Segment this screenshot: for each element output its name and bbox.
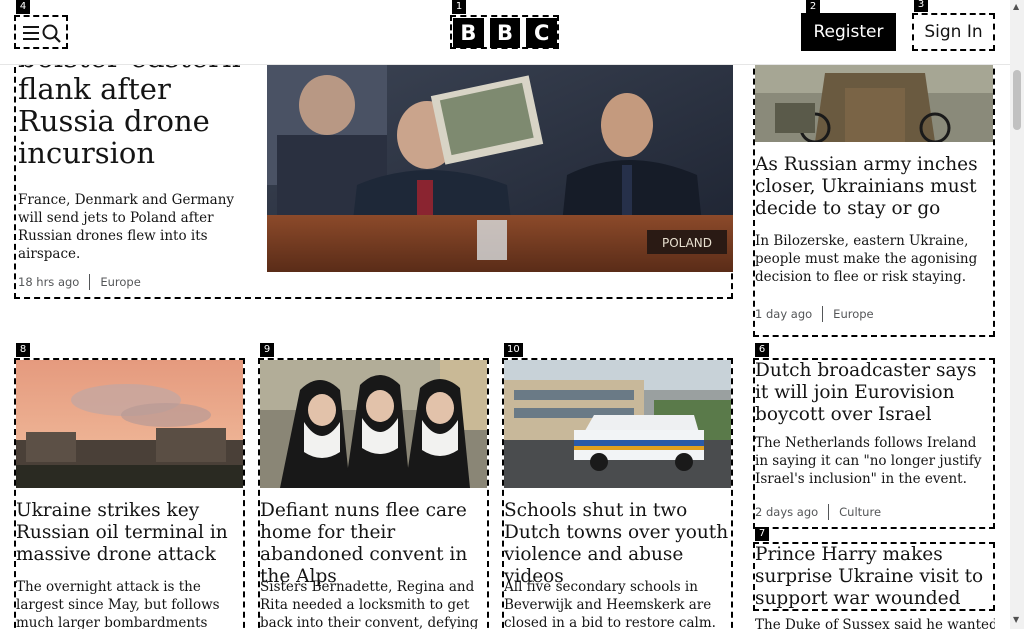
- oil-terminal-smoke-photo: [16, 360, 243, 488]
- category-link[interactable]: Culture: [839, 504, 881, 520]
- right-story-card[interactable]: 6 Dutch broadcaster says it will join Eu…: [753, 343, 995, 529]
- element-tag: 7: [755, 527, 769, 541]
- logo-letter: C: [526, 18, 558, 48]
- scroll-up-arrow-icon[interactable]: ▲: [1013, 3, 1019, 11]
- story-image[interactable]: [755, 63, 993, 142]
- hero-meta: 18 hrs ago Europe: [18, 274, 141, 290]
- element-tag: 2: [806, 0, 820, 14]
- element-tag: 1: [452, 0, 466, 14]
- nuns-photo: [260, 360, 487, 488]
- meta-divider: [828, 504, 830, 520]
- story-headline[interactable]: Prince Harry makes surprise Ukraine visi…: [755, 544, 993, 610]
- man-with-bicycle-photo: [755, 63, 993, 142]
- timestamp: 18 hrs ago: [18, 275, 80, 289]
- hero-image[interactable]: POLAND: [267, 65, 733, 272]
- story-description: All five secondary schools in Beverwijk …: [504, 579, 716, 629]
- story-headline[interactable]: Ukraine strikes key Russian oil terminal…: [16, 500, 243, 566]
- story-headline[interactable]: Dutch broadcaster says it will join Euro…: [755, 360, 993, 426]
- story-headline[interactable]: As Russian army inches closer, Ukrainian…: [755, 154, 993, 220]
- logo-letter: B: [489, 18, 521, 48]
- menu-search-button[interactable]: 4: [14, 0, 68, 49]
- site-header: 4 1 B B C Register 2 3 Sign In: [0, 0, 1010, 65]
- timestamp: 2 days ago: [755, 505, 819, 519]
- bbc-logo[interactable]: 1 B B C: [450, 0, 559, 49]
- page-scrollbar[interactable]: ▲ ▼: [1010, 0, 1024, 629]
- logo-letter: B: [453, 18, 484, 48]
- story-headline[interactable]: Schools shut in two Dutch towns over you…: [504, 500, 731, 588]
- scroll-down-arrow-icon[interactable]: ▼: [1013, 616, 1019, 624]
- element-tag: 8: [16, 343, 30, 357]
- meta-divider: [822, 306, 824, 322]
- police-van-school-photo: [504, 360, 731, 488]
- element-tag: 6: [755, 343, 769, 357]
- story-meta: 1 day ago Europe: [755, 306, 874, 322]
- story-image[interactable]: [16, 360, 243, 488]
- scroll-thumb[interactable]: [1013, 70, 1021, 130]
- story-card[interactable]: 8 Ukraine strikes key Russian oil termin…: [14, 343, 245, 629]
- un-security-council-photo: POLAND: [267, 65, 733, 272]
- story-card[interactable]: 9 Defiant nuns flee care home for their …: [258, 343, 489, 629]
- story-description: Sisters Bernadette, Regina and Rita need…: [260, 579, 479, 629]
- story-headline[interactable]: Defiant nuns flee care home for their ab…: [260, 500, 487, 588]
- sign-in-label: Sign In: [924, 22, 983, 42]
- story-image[interactable]: [260, 360, 487, 488]
- story-description: The overnight attack is the largest sinc…: [16, 579, 220, 629]
- menu-search-icon: [23, 24, 61, 43]
- category-link[interactable]: Europe: [100, 274, 140, 290]
- story-image[interactable]: [504, 360, 731, 488]
- element-tag: 9: [260, 343, 274, 357]
- story-meta: 2 days ago Culture: [755, 504, 881, 520]
- story-description: The Duke of Sussex said he wanted: [755, 617, 995, 629]
- hero-description: France, Denmark and Germany will send je…: [18, 192, 235, 262]
- element-tag: 4: [16, 0, 30, 14]
- register-button[interactable]: Register: [801, 13, 896, 51]
- story-description: In Bilozerske, eastern Ukraine, people m…: [755, 233, 978, 285]
- story-card[interactable]: 10 Schools shut in two Dutch towns over …: [502, 343, 733, 629]
- meta-divider: [89, 274, 91, 290]
- element-tag: 3: [914, 0, 928, 12]
- element-tag: 10: [504, 343, 523, 357]
- svg-text:POLAND: POLAND: [662, 236, 712, 250]
- timestamp: 1 day ago: [755, 307, 813, 321]
- right-story-card[interactable]: 7 Prince Harry makes surprise Ukraine vi…: [753, 527, 995, 611]
- category-link[interactable]: Europe: [833, 306, 873, 322]
- story-description: The Netherlands follows Ireland in sayin…: [755, 435, 982, 487]
- sign-in-button[interactable]: 3 Sign In: [912, 0, 995, 51]
